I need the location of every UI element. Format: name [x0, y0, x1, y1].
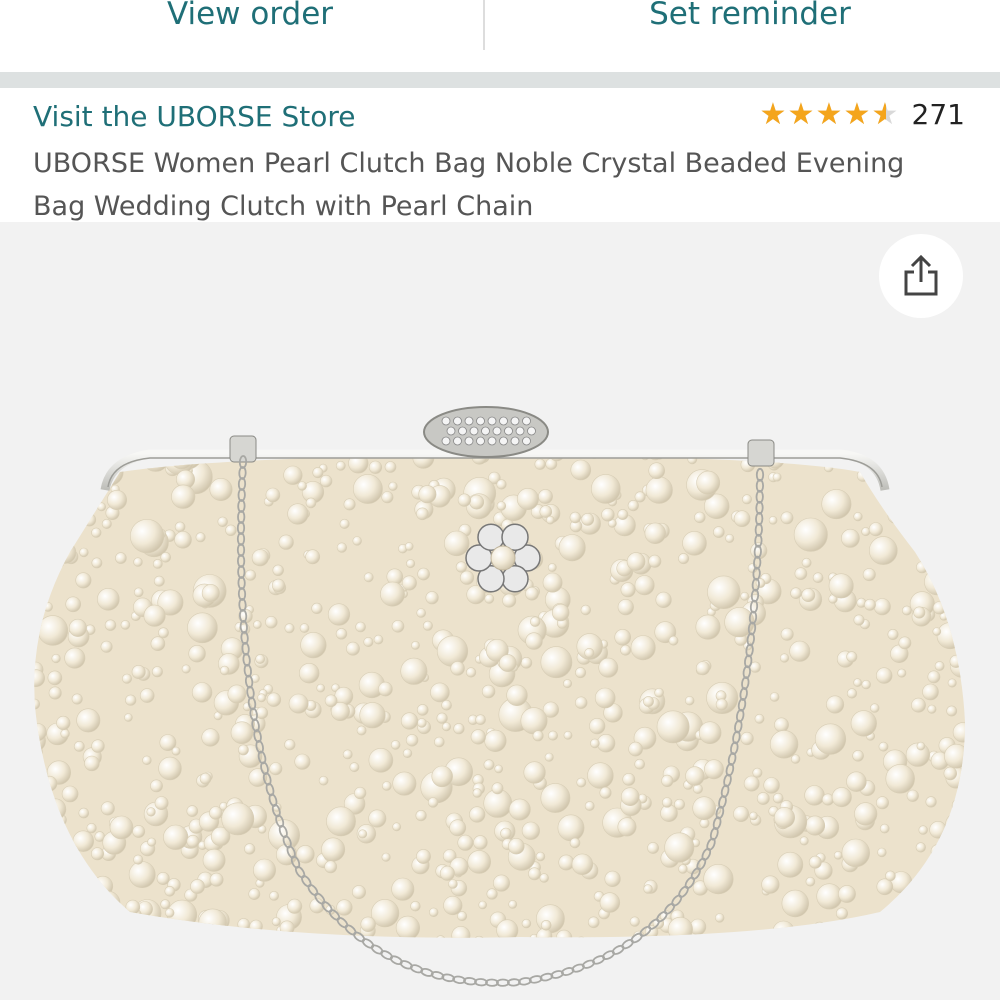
star-icon: ★ ★ [843, 96, 871, 132]
star-icon: ★ ★ [871, 96, 899, 132]
order-actions-bar: View order Set reminder [0, 0, 1000, 72]
set-reminder-button[interactable]: Set reminder [500, 0, 1000, 72]
rating-count: 271 [911, 98, 965, 131]
store-link[interactable]: Visit the UBORSE Store [33, 100, 356, 133]
view-order-button[interactable]: View order [0, 0, 500, 72]
rating-summary[interactable]: ★ ★ ★ ★ ★ ★ ★ ★ ★ ★ 271 [760, 98, 965, 131]
action-divider [483, 0, 485, 50]
star-icon: ★ ★ [759, 96, 787, 132]
star-icon: ★ ★ [815, 96, 843, 132]
star-rating: ★ ★ ★ ★ ★ ★ ★ ★ ★ ★ [759, 96, 900, 132]
section-separator [0, 72, 1000, 88]
share-button[interactable] [879, 234, 963, 318]
product-image [34, 406, 966, 987]
product-title: UBORSE Women Pearl Clutch Bag Noble Crys… [33, 148, 905, 222]
star-icon: ★ ★ [787, 96, 815, 132]
product-image-gallery[interactable] [0, 222, 1000, 1000]
share-icon [904, 254, 938, 296]
